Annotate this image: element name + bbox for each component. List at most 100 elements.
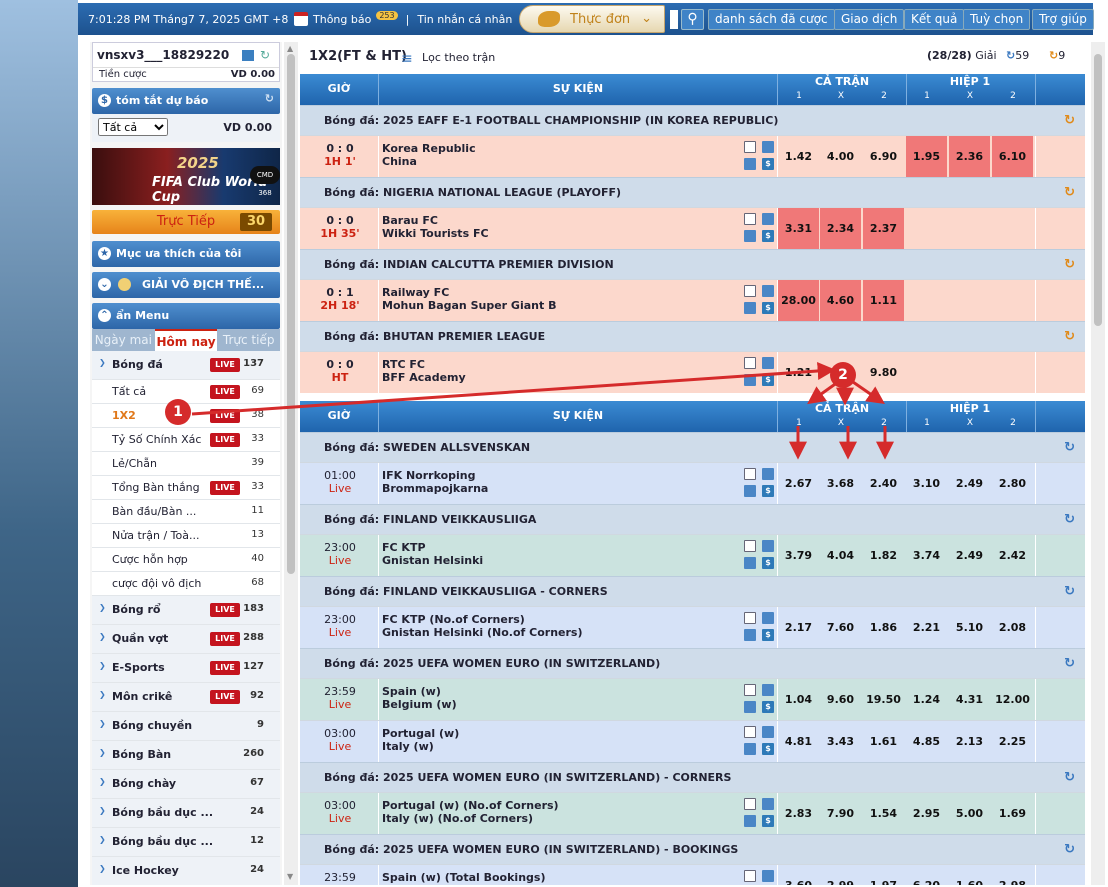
refresh-icon[interactable]: ↻ [1064, 257, 1075, 272]
sport-item[interactable]: ❯ Bóng bầu dục ... 24 [92, 799, 280, 828]
sport-item[interactable]: Tổng Bàn thắng LIVE 33 [92, 476, 280, 500]
dollar-icon[interactable]: $ [762, 374, 774, 386]
match-teams[interactable]: FC KTP Gnistan Helsinki [382, 541, 483, 567]
odds-cell[interactable]: 4.81 [778, 721, 819, 763]
search-input[interactable] [670, 10, 678, 29]
refresh-icon[interactable]: ↻ [1064, 842, 1075, 857]
dollar-icon[interactable]: $ [762, 302, 774, 314]
odds-cell[interactable]: 2.36 [949, 136, 990, 178]
chart-icon[interactable] [744, 485, 756, 497]
match-teams[interactable]: Barau FC Wikki Tourists FC [382, 214, 489, 240]
odds-cell[interactable]: 1.21 [778, 352, 819, 394]
refresh-icon[interactable]: ↻ [1064, 656, 1075, 671]
odds-cell[interactable]: 1.69 [992, 793, 1033, 835]
mail-icon[interactable] [242, 50, 254, 61]
tv-icon[interactable] [744, 213, 756, 225]
tv-icon[interactable] [744, 357, 756, 369]
tv-icon[interactable] [744, 726, 756, 738]
chart-icon[interactable] [744, 701, 756, 713]
odds-cell[interactable]: 2.95 [906, 793, 947, 835]
odds-cell[interactable]: 2.21 [906, 607, 947, 649]
league-header[interactable]: Bóng đá: BHUTAN PREMIER LEAGUE ↻ [300, 321, 1085, 351]
stats-icon[interactable] [762, 468, 774, 480]
refresh-icon[interactable]: ↻ [1064, 770, 1075, 785]
odds-cell[interactable]: 3.79 [778, 535, 819, 577]
odds-cell[interactable]: 4.00 [820, 136, 861, 178]
sport-item[interactable]: ❯ Bóng bầu dục ... 12 [92, 828, 280, 857]
league-header[interactable]: Bóng đá: FINLAND VEIKKAUSLIIGA - CORNERS… [300, 576, 1085, 606]
odds-cell[interactable]: 1.42 [778, 136, 819, 178]
match-teams[interactable]: Railway FC Mohun Bagan Super Giant B [382, 286, 556, 312]
odds-cell[interactable]: 7.60 [820, 607, 861, 649]
sport-item[interactable]: Tỷ Số Chính Xác LIVE 33 [92, 428, 280, 452]
help-button[interactable]: Trợ giúp [1032, 9, 1094, 30]
odds-cell[interactable]: 1.11 [863, 280, 904, 322]
refresh-count-1[interactable]: ↻59 [1006, 49, 1029, 62]
odds-cell[interactable]: 6.10 [992, 136, 1033, 178]
promo-banner[interactable]: 2025 FIFA Club World Cup CMD 368 [92, 148, 280, 205]
sport-item[interactable]: Nửa trận / Toà... 13 [92, 524, 280, 548]
odds-cell[interactable]: 28.00 [778, 280, 819, 322]
live-button[interactable]: Trực Tiếp 30 [92, 210, 280, 234]
tv-icon[interactable] [744, 684, 756, 696]
odds-cell[interactable] [949, 352, 990, 394]
odds-cell[interactable]: 3.31 [778, 208, 819, 250]
odds-cell[interactable]: 1.82 [863, 535, 904, 577]
sport-item[interactable]: ❯ Bóng chày 67 [92, 770, 280, 799]
sport-item[interactable]: ❯ Bóng rổ LIVE 183 [92, 596, 280, 625]
dollar-icon[interactable]: $ [762, 815, 774, 827]
main-scrollbar[interactable] [1091, 42, 1105, 885]
refresh-icon[interactable]: ↻ [1064, 329, 1075, 344]
refresh-icon[interactable]: ↻ [265, 92, 274, 105]
stats-icon[interactable] [762, 357, 774, 369]
odds-cell[interactable]: 1.61 [863, 721, 904, 763]
sport-item[interactable]: Tất cả LIVE 69 [92, 380, 280, 404]
odds-cell[interactable]: 2.49 [949, 535, 990, 577]
tv-icon[interactable] [744, 540, 756, 552]
league-header[interactable]: Bóng đá: INDIAN CALCUTTA PREMIER DIVISIO… [300, 249, 1085, 279]
tv-icon[interactable] [744, 870, 756, 882]
match-teams[interactable]: FC KTP (No.of Corners) Gnistan Helsinki (… [382, 613, 583, 639]
stats-icon[interactable] [762, 213, 774, 225]
refresh-icon[interactable]: ↻ [1064, 113, 1075, 128]
tab-tomorrow[interactable]: Ngày mai [92, 329, 155, 351]
odds-cell[interactable]: 2.42 [992, 535, 1033, 577]
sport-item[interactable]: Bàn đầu/Bàn ... 11 [92, 500, 280, 524]
quick-menu-dropdown[interactable]: Thực đơn ⌄ [519, 5, 665, 33]
odds-cell[interactable]: 12.00 [992, 679, 1033, 721]
sport-item[interactable]: ❯ Bóng Bàn 260 [92, 741, 280, 770]
odds-cell[interactable]: 1.86 [863, 607, 904, 649]
odds-cell[interactable]: 9.80 [863, 352, 904, 394]
dollar-icon[interactable]: $ [762, 485, 774, 497]
chart-icon[interactable] [744, 629, 756, 641]
league-header[interactable]: Bóng đá: NIGERIA NATIONAL LEAGUE (PLAYOF… [300, 177, 1085, 207]
league-header[interactable]: Bóng đá: 2025 UEFA WOMEN EURO (IN SWITZE… [300, 834, 1085, 864]
match-teams[interactable]: Spain (w) Belgium (w) [382, 685, 457, 711]
sport-item[interactable]: ❯ Bóng đá LIVE 137 [92, 351, 280, 380]
scroll-thumb[interactable] [1094, 54, 1102, 326]
league-header[interactable]: Bóng đá: SWEDEN ALLSVENSKAN ↻ [300, 432, 1085, 462]
odds-cell[interactable] [992, 208, 1033, 250]
odds-cell[interactable] [992, 352, 1033, 394]
summary-header[interactable]: $ tóm tắt dự báo ↻ [92, 88, 280, 114]
stats-icon[interactable] [762, 870, 774, 882]
odds-cell[interactable]: 5.10 [949, 607, 990, 649]
sport-item[interactable]: ❯ Bóng chuyền 9 [92, 712, 280, 741]
match-teams[interactable]: Portugal (w) (No.of Corners) Italy (w) (N… [382, 799, 559, 825]
options-button[interactable]: Tuỳ chọn [963, 9, 1031, 30]
league-header[interactable]: Bóng đá: FINLAND VEIKKAUSLIIGA ↻ [300, 504, 1085, 534]
results-button[interactable]: Kết quả [904, 9, 965, 30]
stats-icon[interactable] [762, 684, 774, 696]
filter-link[interactable]: Lọc theo trận [422, 51, 495, 64]
dollar-icon[interactable]: $ [762, 743, 774, 755]
bet-list-button[interactable]: danh sách đã cược [708, 9, 835, 30]
odds-cell[interactable]: 1.54 [863, 793, 904, 835]
sport-item[interactable]: ❯ Môn crikê LIVE 92 [92, 683, 280, 712]
league-header[interactable]: Bóng đá: 2025 UEFA WOMEN EURO (IN SWITZE… [300, 762, 1085, 792]
tab-live[interactable]: Trực tiếp [217, 329, 280, 351]
odds-cell[interactable]: 2.08 [992, 607, 1033, 649]
odds-cell[interactable]: 2.83 [778, 793, 819, 835]
odds-cell[interactable]: 7.90 [820, 793, 861, 835]
odds-cell[interactable]: 3.60 [778, 865, 819, 885]
odds-cell[interactable] [949, 208, 990, 250]
